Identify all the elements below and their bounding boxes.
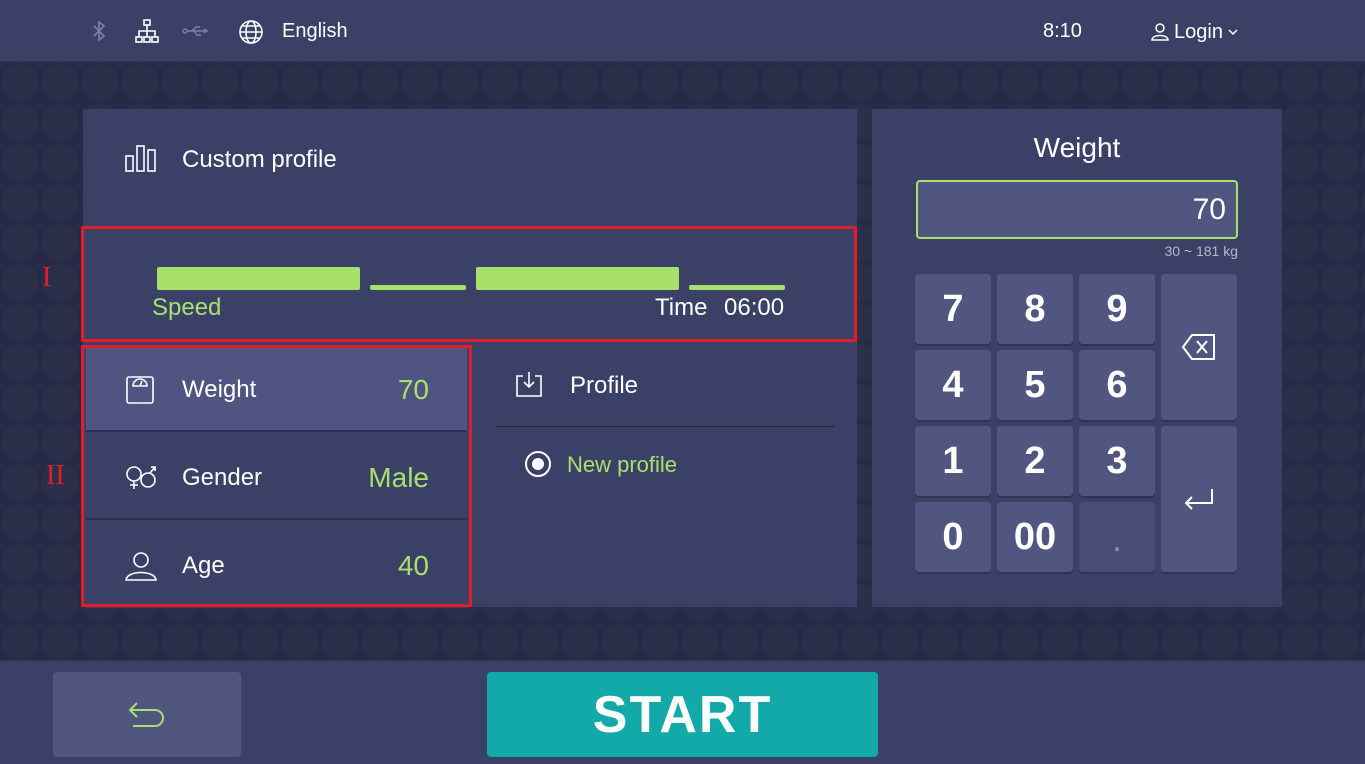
bar-chart-icon (124, 143, 158, 178)
download-icon (514, 370, 544, 405)
annotation-label-2: II (46, 460, 65, 491)
annotation-box-2 (81, 345, 472, 607)
weight-range-hint: 30 ~ 181 kg (1164, 243, 1238, 259)
key-5[interactable]: 5 (997, 350, 1073, 420)
enter-icon (1184, 489, 1213, 510)
weight-input[interactable]: 70 (916, 180, 1238, 239)
chevron-down-icon (1228, 29, 1238, 36)
back-arrow-icon (128, 701, 164, 727)
key-7[interactable]: 7 (915, 274, 991, 344)
annotation-label-1: I (42, 262, 52, 293)
key-6[interactable]: 6 (1079, 350, 1155, 420)
key-3[interactable]: 3 (1079, 426, 1155, 496)
top-bar: English 8:10 Login (0, 0, 1365, 62)
time-value: 06:00 (724, 294, 785, 321)
speed-label: Speed (152, 294, 222, 321)
key-1[interactable]: 1 (915, 426, 991, 496)
login-button[interactable]: Login (1150, 18, 1239, 46)
new-profile-radio[interactable] (525, 451, 551, 477)
start-button[interactable]: START (487, 672, 878, 757)
key-8[interactable]: 8 (997, 274, 1073, 344)
key-9[interactable]: 9 (1079, 274, 1155, 344)
globe-icon[interactable] (238, 19, 264, 45)
bluetooth-icon (86, 18, 112, 44)
speed-segment-3 (476, 267, 679, 290)
key-2[interactable]: 2 (997, 426, 1073, 496)
network-icon (134, 18, 160, 44)
new-profile-option[interactable]: New profile (567, 452, 677, 478)
login-label: Login (1174, 20, 1223, 43)
speed-segment-4 (689, 285, 785, 290)
backspace-icon (1182, 334, 1215, 360)
keypad-title: Weight (1033, 132, 1121, 163)
clock-time: 8:10 (1043, 20, 1082, 42)
key-decimal: . (1079, 502, 1155, 572)
profile-header: Profile (570, 372, 639, 399)
key-4[interactable]: 4 (915, 350, 991, 420)
speed-segment-1 (157, 267, 360, 290)
panel-title: Custom profile (182, 146, 337, 173)
key-00[interactable]: 00 (997, 502, 1073, 572)
language-selector[interactable]: English (282, 20, 348, 43)
divider (496, 426, 834, 427)
enter-key[interactable] (1161, 426, 1237, 572)
backspace-key[interactable] (1161, 274, 1237, 420)
key-0[interactable]: 0 (915, 502, 991, 572)
back-button[interactable] (53, 672, 241, 757)
speed-segment-2 (370, 285, 466, 290)
time-label: Time (655, 294, 708, 321)
usb-icon (182, 18, 209, 44)
user-icon (1151, 23, 1169, 41)
